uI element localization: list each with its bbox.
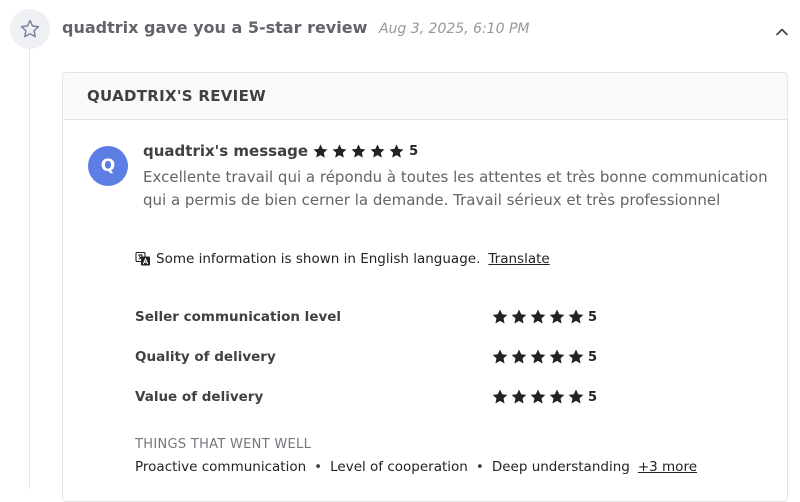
star-icon bbox=[530, 389, 546, 404]
translate-notice: Some information is shown in English lan… bbox=[135, 251, 550, 267]
star-icon bbox=[568, 349, 584, 364]
rating-value: 5 bbox=[588, 389, 598, 405]
star-icon bbox=[492, 349, 508, 364]
message-rating-value: 5 bbox=[409, 143, 419, 159]
rating-label: Value of delivery bbox=[135, 389, 264, 405]
star-icon bbox=[492, 389, 508, 404]
event-title-text: quadtrix gave you a 5-star review bbox=[62, 18, 368, 37]
star-icon bbox=[549, 349, 565, 364]
show-more-link[interactable]: +3 more bbox=[638, 459, 697, 475]
star-outline-icon bbox=[20, 19, 40, 38]
star-icon bbox=[530, 309, 546, 324]
translate-link[interactable]: Translate bbox=[488, 251, 549, 267]
star-icon bbox=[370, 143, 385, 158]
star-icon bbox=[389, 143, 404, 158]
star-icon bbox=[313, 143, 328, 158]
rating-value: 5 bbox=[588, 309, 598, 325]
went-well-item: Proactive communication bbox=[135, 459, 307, 475]
rating-row-seller-communication: Seller communication level 5 bbox=[135, 308, 695, 326]
star-icon bbox=[549, 389, 565, 404]
message-author: quadtrix's message bbox=[143, 142, 309, 160]
message-header: quadtrix's message 5 bbox=[143, 142, 418, 160]
star-icon bbox=[549, 309, 565, 324]
rating-stars: 5 bbox=[491, 348, 597, 366]
star-icon bbox=[492, 309, 508, 324]
rating-label: Quality of delivery bbox=[135, 349, 276, 365]
review-card: QUADTRIX'S REVIEW Q quadtrix's message 5… bbox=[62, 72, 788, 502]
star-icon bbox=[568, 309, 584, 324]
translate-icon bbox=[135, 251, 150, 266]
went-well-item: Deep understanding bbox=[491, 459, 630, 475]
rating-stars: 5 bbox=[491, 388, 597, 406]
star-icon bbox=[511, 349, 527, 364]
bullet-separator: • bbox=[314, 459, 323, 475]
translate-notice-text: Some information is shown in English lan… bbox=[156, 251, 481, 267]
review-card-header: QUADTRIX'S REVIEW bbox=[63, 73, 787, 120]
bullet-separator: • bbox=[475, 459, 484, 475]
went-well-list: Proactive communication • Level of coope… bbox=[135, 459, 697, 475]
event-title: quadtrix gave you a 5-star review Aug 3,… bbox=[62, 18, 529, 37]
rating-value: 5 bbox=[588, 349, 598, 365]
rating-label: Seller communication level bbox=[135, 309, 342, 325]
timeline-line bbox=[29, 49, 30, 489]
chevron-up-icon[interactable] bbox=[774, 24, 790, 40]
went-well-item: Level of cooperation bbox=[330, 459, 468, 475]
went-well-heading: THINGS THAT WENT WELL bbox=[135, 437, 312, 452]
star-icon bbox=[351, 143, 366, 158]
star-icon bbox=[332, 143, 347, 158]
event-star-icon-badge bbox=[10, 9, 50, 49]
star-icon bbox=[568, 389, 584, 404]
star-icon bbox=[511, 389, 527, 404]
rating-row-quality-of-delivery: Quality of delivery 5 bbox=[135, 348, 695, 366]
message-text: Excellente travail qui a répondu à toute… bbox=[143, 168, 768, 209]
star-icon bbox=[511, 309, 527, 324]
event-timestamp: Aug 3, 2025, 6:10 PM bbox=[378, 21, 530, 37]
message-star-rating: 5 bbox=[312, 143, 418, 160]
rating-stars: 5 bbox=[491, 308, 597, 326]
rating-row-value-of-delivery: Value of delivery 5 bbox=[135, 388, 695, 406]
avatar: Q bbox=[88, 146, 128, 186]
star-icon bbox=[530, 349, 546, 364]
